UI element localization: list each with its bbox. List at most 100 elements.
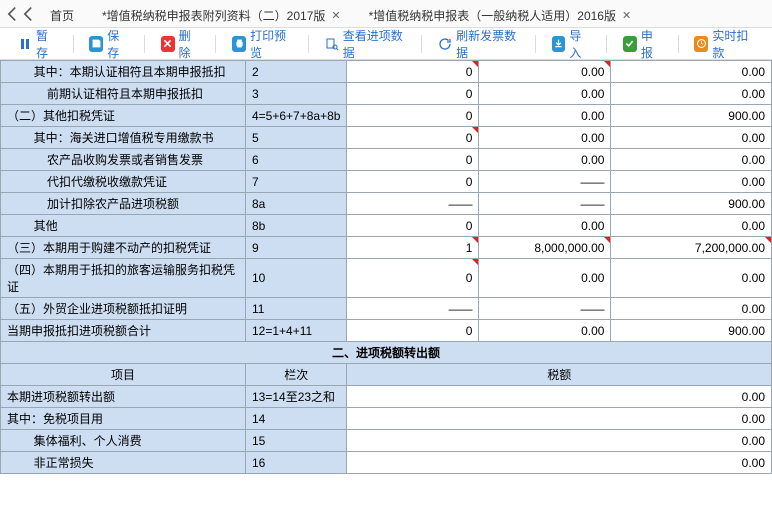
import-icon <box>552 36 566 52</box>
cell-input[interactable]: 0.00 <box>611 149 772 171</box>
row-col-no: 8b <box>246 215 347 237</box>
cell-input[interactable]: 0.00 <box>347 452 772 474</box>
row-col-no: 3 <box>246 83 347 105</box>
cell-input[interactable]: —— <box>347 193 479 215</box>
cell-input[interactable]: —— <box>479 298 611 320</box>
row-col-no: 8a <box>246 193 347 215</box>
section-2-header: 二、进项税额转出额 <box>1 342 772 364</box>
row-col-no: 14 <box>246 408 347 430</box>
refresh-invoice-button[interactable]: 刷新发票数据 <box>432 24 525 64</box>
cell-input[interactable]: 1 <box>347 237 479 259</box>
cell-input[interactable]: 0 <box>347 149 479 171</box>
row-label: 其中：免税项目用 <box>1 408 246 430</box>
row-label: （二）其他扣税凭证 <box>1 105 246 127</box>
clock-icon <box>694 36 708 52</box>
col-header-no: 栏次 <box>246 364 347 386</box>
realtime-deduct-button[interactable]: 实时扣款 <box>688 24 760 64</box>
refresh-icon <box>438 36 452 52</box>
cell-input[interactable]: 0.00 <box>479 83 611 105</box>
save-icon <box>89 36 103 52</box>
cell-input[interactable]: 0.00 <box>611 215 772 237</box>
cell-input[interactable]: 0 <box>347 105 479 127</box>
cell-input[interactable]: —— <box>479 171 611 193</box>
cell-input[interactable]: 0.00 <box>611 171 772 193</box>
row-col-no: 15 <box>246 430 347 452</box>
cell-input[interactable]: 0.00 <box>347 430 772 452</box>
row-label: （四）本期用于抵扣的旅客运输服务扣税凭证 <box>1 259 246 298</box>
cell-input[interactable]: 0 <box>347 61 479 83</box>
table-row: 加计扣除农产品进项税额8a————900.00 <box>1 193 772 215</box>
cell-input[interactable]: 0 <box>347 127 479 149</box>
cell-input[interactable]: 0 <box>347 83 479 105</box>
tab-scroll-left[interactable] <box>4 6 20 22</box>
row-label: 农产品收购发票或者销售发票 <box>1 149 246 171</box>
cell-input[interactable]: 0.00 <box>611 259 772 298</box>
row-label: （五）外贸企业进项税额抵扣证明 <box>1 298 246 320</box>
cell-input[interactable]: 0.00 <box>479 149 611 171</box>
row-label: 其中：本期认证相符且本期申报抵扣 <box>1 61 246 83</box>
table-row: 其他8b00.000.00 <box>1 215 772 237</box>
cell-input[interactable]: 900.00 <box>611 320 772 342</box>
row-col-no: 10 <box>246 259 347 298</box>
check-icon <box>623 36 637 52</box>
table-row: 代扣代缴税收缴款凭证70——0.00 <box>1 171 772 193</box>
cell-input[interactable]: —— <box>347 298 479 320</box>
row-col-no: 5 <box>246 127 347 149</box>
cell-input[interactable]: 900.00 <box>611 105 772 127</box>
delete-button[interactable]: 删除 <box>155 24 206 64</box>
table-row: （三）本期用于购建不动产的扣税凭证918,000,000.007,200,000… <box>1 237 772 259</box>
cell-input[interactable]: 0.00 <box>479 61 611 83</box>
row-col-no: 16 <box>246 452 347 474</box>
cell-input[interactable]: 0.00 <box>347 386 772 408</box>
cell-input[interactable]: 900.00 <box>611 193 772 215</box>
cell-input[interactable]: 0.00 <box>611 83 772 105</box>
print-icon <box>232 36 246 52</box>
cell-input[interactable]: 7,200,000.00 <box>611 237 772 259</box>
table-row: 集体福利、个人消费150.00 <box>1 430 772 452</box>
toolbar: 暂存 保存 删除 打印预览 查看进项数据 刷新发票数据 导入 申报 实时扣款 <box>0 28 772 60</box>
table-row: （四）本期用于抵扣的旅客运输服务扣税凭证1000.000.00 <box>1 259 772 298</box>
temp-save-button[interactable]: 暂存 <box>12 24 63 64</box>
save-button[interactable]: 保存 <box>83 24 134 64</box>
cell-input[interactable]: 0 <box>347 215 479 237</box>
col-header-tax: 税额 <box>347 364 772 386</box>
row-label: 集体福利、个人消费 <box>1 430 246 452</box>
row-col-no: 9 <box>246 237 347 259</box>
cell-input[interactable]: 0.00 <box>479 105 611 127</box>
table-row: 其中：本期认证相符且本期申报抵扣200.000.00 <box>1 61 772 83</box>
delete-icon <box>161 36 175 52</box>
col-header-item: 项目 <box>1 364 246 386</box>
cell-input[interactable]: 0.00 <box>347 408 772 430</box>
pause-icon <box>18 36 32 52</box>
row-label: 其他 <box>1 215 246 237</box>
view-input-button[interactable]: 查看进项数据 <box>319 24 412 64</box>
row-col-no: 6 <box>246 149 347 171</box>
print-preview-button[interactable]: 打印预览 <box>226 24 298 64</box>
cell-input[interactable]: 0.00 <box>479 259 611 298</box>
cell-input[interactable]: 0 <box>347 259 479 298</box>
table-row: （五）外贸企业进项税额抵扣证明11————0.00 <box>1 298 772 320</box>
tab-scroll-left-2[interactable] <box>20 6 36 22</box>
cell-input[interactable]: 0.00 <box>611 61 772 83</box>
declare-button[interactable]: 申报 <box>617 24 668 64</box>
cell-input[interactable]: 0.00 <box>479 127 611 149</box>
cell-input[interactable]: —— <box>479 193 611 215</box>
cell-input[interactable]: 0 <box>347 320 479 342</box>
import-button[interactable]: 导入 <box>546 24 597 64</box>
cell-input[interactable]: 0.00 <box>479 215 611 237</box>
cell-input[interactable]: 8,000,000.00 <box>479 237 611 259</box>
row-label: 本期进项税额转出额 <box>1 386 246 408</box>
table-row: 农产品收购发票或者销售发票600.000.00 <box>1 149 772 171</box>
search-doc-icon <box>325 36 339 52</box>
table-row: 非正常损失160.00 <box>1 452 772 474</box>
row-col-no: 7 <box>246 171 347 193</box>
row-col-no: 2 <box>246 61 347 83</box>
row-label: 加计扣除农产品进项税额 <box>1 193 246 215</box>
row-label: 前期认证相符且本期申报抵扣 <box>1 83 246 105</box>
cell-input[interactable]: 0 <box>347 171 479 193</box>
cell-input[interactable]: 0.00 <box>611 298 772 320</box>
cell-input[interactable]: 0.00 <box>479 320 611 342</box>
cell-input[interactable]: 0.00 <box>611 127 772 149</box>
row-label: 代扣代缴税收缴款凭证 <box>1 171 246 193</box>
row-col-no: 13=14至23之和 <box>246 386 347 408</box>
